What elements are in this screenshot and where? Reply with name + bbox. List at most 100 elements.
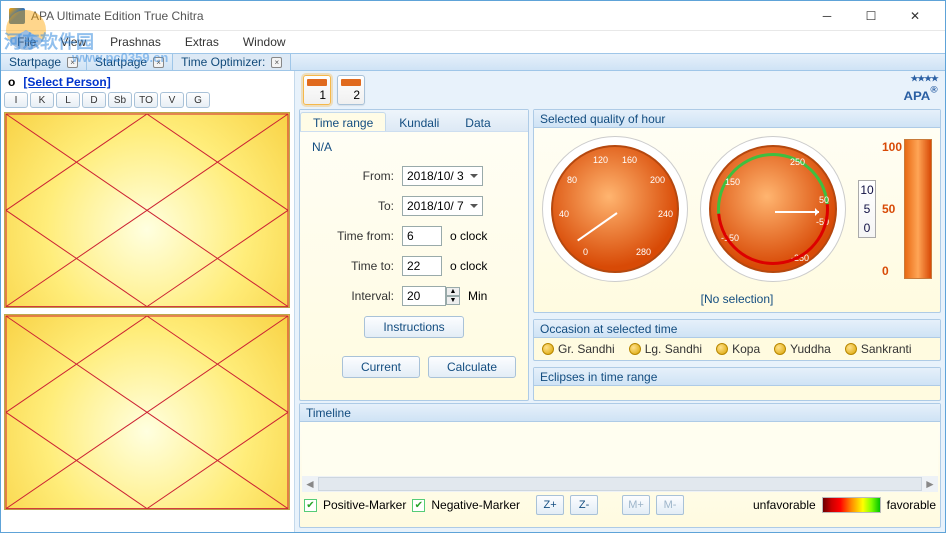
scroll-track[interactable] xyxy=(318,477,922,491)
document-tabs: Startpage × Startpage × Time Optimizer: … xyxy=(1,53,945,71)
na-text: N/A xyxy=(312,140,516,154)
to-label: To: xyxy=(312,199,394,213)
page-button-1[interactable]: 1 xyxy=(303,75,331,105)
pill-K[interactable]: K xyxy=(30,92,54,108)
timeline-panel: Timeline ◄ ► ✔ Positive-Marker ✔ Negativ… xyxy=(299,403,941,528)
quality-panel: Selected quality of hour 0 40 80 120 160… xyxy=(533,109,941,313)
pill-Sb[interactable]: Sb xyxy=(108,92,132,108)
timeline-header: Timeline xyxy=(300,404,940,422)
spin-up-icon[interactable]: ▲ xyxy=(446,287,460,296)
eclipses-header: Eclipses in time range xyxy=(534,368,940,386)
page-button-2[interactable]: 2 xyxy=(337,75,365,105)
needle-icon xyxy=(775,211,819,213)
timeline-scrollbar[interactable]: ◄ ► xyxy=(302,476,938,492)
close-icon[interactable]: × xyxy=(153,57,164,68)
bullet-icon: o xyxy=(4,75,19,89)
select-person-link[interactable]: [Select Person] xyxy=(23,75,110,89)
time-from-label: Time from: xyxy=(312,229,394,243)
current-button[interactable]: Current xyxy=(342,356,420,378)
to-date-select[interactable]: 2018/10/ 7 xyxy=(402,196,483,216)
from-date-select[interactable]: 2018/10/ 3 xyxy=(402,166,483,186)
negative-marker-label: Negative-Marker xyxy=(431,498,520,512)
menu-window[interactable]: Window xyxy=(233,33,296,51)
marker-plus-button[interactable]: M+ xyxy=(622,495,650,515)
negative-marker-checkbox[interactable]: ✔ xyxy=(412,499,425,512)
time-panel-tabs: Time range Kundali Data xyxy=(300,110,528,132)
close-icon[interactable]: × xyxy=(67,57,78,68)
zoom-in-button[interactable]: Z+ xyxy=(536,495,564,515)
titlebar: APA Ultimate Edition True Chitra ─ ☐ ✕ xyxy=(1,1,945,31)
tab-kundali[interactable]: Kundali xyxy=(386,112,452,131)
calculate-button[interactable]: Calculate xyxy=(428,356,516,378)
time-range-panel: Time range Kundali Data N/A From: 2018/1… xyxy=(299,109,529,401)
pill-I[interactable]: I xyxy=(4,92,28,108)
kundali-chart-2 xyxy=(4,314,290,510)
timeline-canvas[interactable] xyxy=(302,424,938,476)
tab-label: Startpage xyxy=(9,55,61,69)
tab-time-range[interactable]: Time range xyxy=(300,112,386,131)
timeline-footer: ✔ Positive-Marker ✔ Negative-Marker Z+ Z… xyxy=(300,492,940,518)
time-from-input[interactable] xyxy=(402,226,442,246)
pill-row: I K L D Sb TO V G xyxy=(4,92,291,108)
status-dot-icon xyxy=(774,343,786,355)
needle-icon xyxy=(577,212,617,241)
kundali-chart-1 xyxy=(4,112,290,308)
sidebar: o [Select Person] I K L D Sb TO V G xyxy=(1,71,294,532)
oclock-label: o clock xyxy=(450,229,487,243)
status-dot-icon xyxy=(629,343,641,355)
app-icon xyxy=(9,8,25,24)
scroll-right-icon[interactable]: ► xyxy=(922,477,938,491)
menu-view[interactable]: View xyxy=(50,33,96,51)
quality-header: Selected quality of hour xyxy=(534,110,940,128)
zoom-out-button[interactable]: Z- xyxy=(570,495,598,515)
pill-V[interactable]: V xyxy=(160,92,184,108)
menu-extras[interactable]: Extras xyxy=(175,33,229,51)
instructions-button[interactable]: Instructions xyxy=(364,316,463,338)
tab-startpage-1[interactable]: Startpage × xyxy=(1,54,87,70)
menu-file[interactable]: File xyxy=(7,33,46,51)
menu-prashnas[interactable]: Prashnas xyxy=(100,33,171,51)
status-dot-icon xyxy=(845,343,857,355)
minimize-button[interactable]: ─ xyxy=(805,2,849,30)
occasion-item: Sankranti xyxy=(845,342,912,356)
time-to-label: Time to: xyxy=(312,259,394,273)
spin-down-icon[interactable]: ▼ xyxy=(446,296,460,305)
close-icon[interactable]: × xyxy=(271,57,282,68)
interval-label: Interval: xyxy=(312,289,394,303)
window-title: APA Ultimate Edition True Chitra xyxy=(31,9,805,23)
mini-scale: 10 5 0 xyxy=(858,180,876,238)
menubar: File View Prashnas Extras Window xyxy=(1,31,945,53)
close-button[interactable]: ✕ xyxy=(893,2,937,30)
unfavorable-label: unfavorable xyxy=(753,498,816,512)
oclock-label: o clock xyxy=(450,259,487,273)
occasion-item: Lg. Sandhi xyxy=(629,342,702,356)
positive-marker-checkbox[interactable]: ✔ xyxy=(304,499,317,512)
min-label: Min xyxy=(468,289,487,303)
status-dot-icon xyxy=(542,343,554,355)
favorability-gradient xyxy=(822,497,881,513)
interval-input[interactable] xyxy=(402,286,446,306)
pill-L[interactable]: L xyxy=(56,92,80,108)
pill-TO[interactable]: TO xyxy=(134,92,158,108)
scroll-left-icon[interactable]: ◄ xyxy=(302,477,318,491)
status-dot-icon xyxy=(716,343,728,355)
gauge-balance: 250 150 50 -50 -150 -250 xyxy=(700,136,846,282)
occasion-item: Gr. Sandhi xyxy=(542,342,615,356)
pill-G[interactable]: G xyxy=(186,92,210,108)
from-label: From: xyxy=(312,169,394,183)
pill-D[interactable]: D xyxy=(82,92,106,108)
tab-label: Time Optimizer: xyxy=(181,55,265,69)
tab-data[interactable]: Data xyxy=(452,112,503,131)
tab-startpage-2[interactable]: Startpage × xyxy=(87,54,173,70)
tab-label: Startpage xyxy=(95,55,147,69)
positive-marker-label: Positive-Marker xyxy=(323,498,406,512)
favorable-label: favorable xyxy=(887,498,936,512)
occasion-panel: Occasion at selected time Gr. Sandhi Lg.… xyxy=(533,319,941,361)
maximize-button[interactable]: ☐ xyxy=(849,2,893,30)
no-selection-label: [No selection] xyxy=(534,292,940,306)
marker-minus-button[interactable]: M- xyxy=(656,495,684,515)
occasion-header: Occasion at selected time xyxy=(534,320,940,338)
tab-time-optimizer[interactable]: Time Optimizer: × xyxy=(173,54,291,70)
time-to-input[interactable] xyxy=(402,256,442,276)
occasion-item: Kopa xyxy=(716,342,760,356)
